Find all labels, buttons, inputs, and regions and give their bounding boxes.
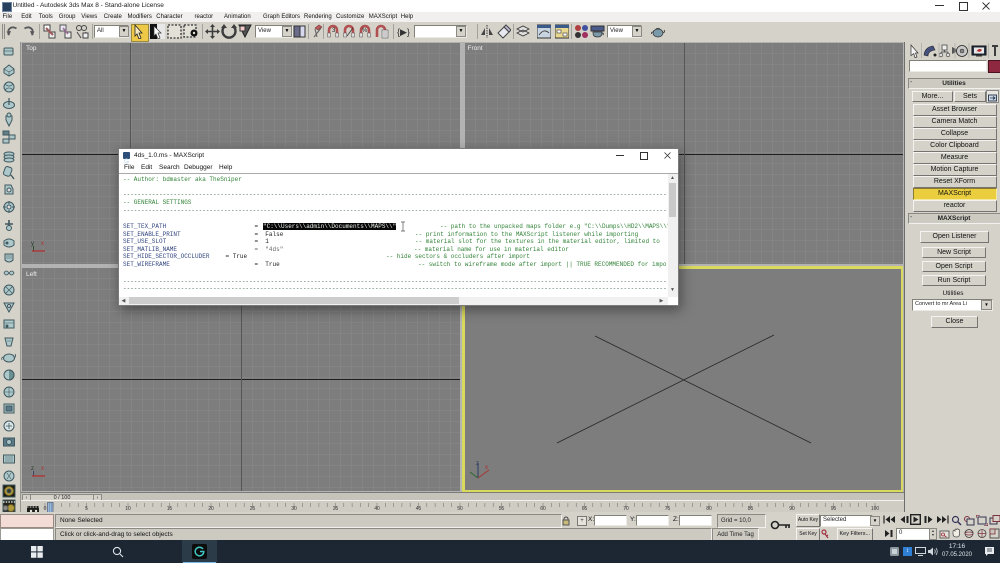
svg-text:x: x [41, 466, 44, 472]
svg-text:{▶}: {▶} [397, 27, 410, 37]
svg-text:x: x [485, 465, 488, 471]
svg-text:%: % [362, 28, 368, 34]
svg-text:x: x [41, 241, 44, 247]
